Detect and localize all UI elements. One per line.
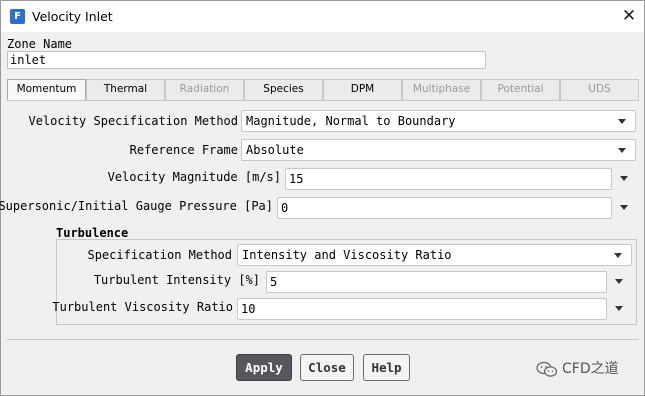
gauge-pressure-field[interactable]: 0 <box>277 197 612 219</box>
close-button[interactable]: Close <box>300 354 354 381</box>
tab-species[interactable]: Species <box>244 79 323 100</box>
tab-multiphase[interactable]: Multiphase <box>402 79 481 100</box>
turbulent-intensity-field[interactable]: 5 <box>266 271 607 293</box>
close-icon[interactable]: ✕ <box>618 5 640 27</box>
turbulence-spec-method-select[interactable]: Intensity and Viscosity Ratio <box>237 244 632 266</box>
tab-potential[interactable]: Potential <box>481 79 560 100</box>
zone-name-label: Zone Name <box>7 37 73 51</box>
tab-dpm[interactable]: DPM <box>323 79 402 100</box>
tab-radiation[interactable]: Radiation <box>165 79 244 100</box>
tab-thermal[interactable]: Thermal <box>86 79 165 100</box>
gauge-pressure-options[interactable] <box>618 201 632 215</box>
turbulence-spec-method-value: Intensity and Viscosity Ratio <box>242 248 452 262</box>
chevron-down-icon <box>620 176 628 181</box>
turbulent-intensity-label: Turbulent Intensity [%] <box>93 273 260 287</box>
chevron-down-icon <box>615 306 623 311</box>
velocity-spec-method-value: Magnitude, Normal to Boundary <box>246 114 456 128</box>
chevron-down-icon <box>620 205 628 210</box>
turbulent-viscosity-ratio-field[interactable]: 10 <box>237 298 607 320</box>
zone-name-field[interactable]: inlet <box>7 51 486 69</box>
apply-button[interactable]: Apply <box>236 354 292 381</box>
turbulent-viscosity-ratio-options[interactable] <box>613 302 627 316</box>
chevron-down-icon <box>618 119 626 124</box>
watermark: CFD之道 <box>536 358 619 378</box>
help-button[interactable]: Help <box>363 354 410 381</box>
turbulence-group-title: Turbulence <box>56 226 129 240</box>
window-title: Velocity Inlet <box>32 9 113 24</box>
reference-frame-select[interactable]: Absolute <box>241 139 636 161</box>
reference-frame-label: Reference Frame <box>129 143 238 157</box>
tab-momentum[interactable]: Momentum <box>7 79 86 101</box>
tab-uds[interactable]: UDS <box>560 79 639 100</box>
velocity-magnitude-options[interactable] <box>618 172 632 186</box>
gauge-pressure-label: Supersonic/Initial Gauge Pressure [Pa] <box>0 199 273 213</box>
chevron-down-icon <box>615 279 623 284</box>
velocity-magnitude-label: Velocity Magnitude [m/s] <box>107 170 281 184</box>
velocity-magnitude-field[interactable]: 15 <box>285 168 612 190</box>
turbulent-intensity-options[interactable] <box>613 275 627 289</box>
chevron-down-icon <box>618 148 626 153</box>
divider <box>7 339 639 340</box>
chevron-down-icon <box>614 253 622 258</box>
velocity-inlet-dialog: F Velocity Inlet ✕ Zone Name inlet Momen… <box>0 0 645 396</box>
title-bar: F Velocity Inlet ✕ <box>1 1 644 32</box>
reference-frame-value: Absolute <box>246 143 304 157</box>
velocity-spec-method-select[interactable]: Magnitude, Normal to Boundary <box>241 110 636 132</box>
turbulent-viscosity-ratio-label: Turbulent Viscosity Ratio <box>52 300 233 314</box>
wechat-icon <box>536 361 558 377</box>
velocity-spec-method-label: Velocity Specification Method <box>28 114 238 128</box>
app-logo-icon: F <box>10 9 25 24</box>
tab-bar: Momentum Thermal Radiation Species DPM M… <box>7 79 639 101</box>
turbulence-spec-method-label: Specification Method <box>87 248 233 262</box>
watermark-text: CFD之道 <box>562 361 619 377</box>
